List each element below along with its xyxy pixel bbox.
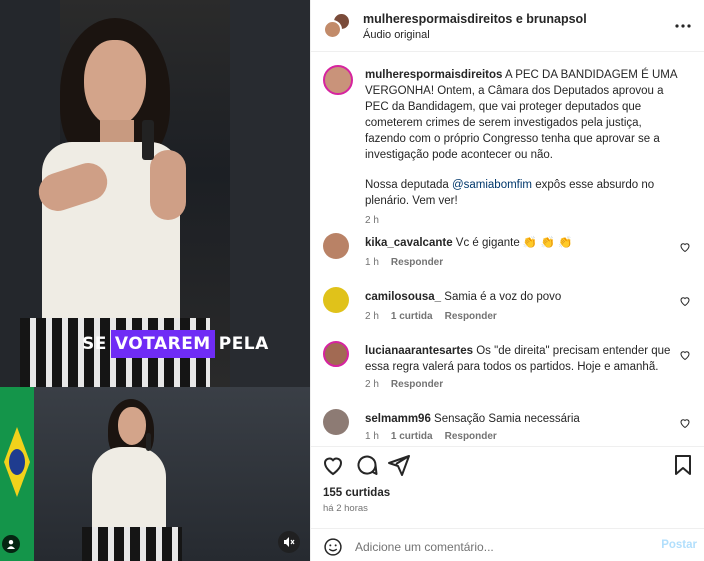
video-frame-main[interactable]: SE VOTAREM PELA bbox=[0, 0, 310, 387]
comment-time[interactable]: 1 h bbox=[365, 257, 379, 268]
comment-meta: 2 h Responder bbox=[365, 379, 443, 390]
caption-rest: PELA bbox=[218, 334, 269, 354]
audio-label[interactable]: Áudio original bbox=[363, 29, 430, 41]
comment-username[interactable]: kika_cavalcante bbox=[365, 237, 453, 249]
avatar[interactable] bbox=[323, 341, 349, 367]
mute-icon[interactable] bbox=[278, 531, 300, 553]
comment-text: selmamm96 Sensação Samia necessária bbox=[365, 411, 683, 427]
comment-text: lucianaarantesartes Os "de direita" prec… bbox=[365, 343, 683, 375]
likes-count[interactable]: 155 curtidas bbox=[323, 487, 390, 499]
avatar[interactable] bbox=[323, 287, 349, 313]
comment-icon[interactable] bbox=[355, 453, 379, 477]
comment-likes[interactable]: 1 curtida bbox=[391, 311, 433, 322]
avatar[interactable] bbox=[323, 409, 349, 435]
caption-username[interactable]: mulherespormaisdireitos bbox=[365, 69, 502, 81]
mention-link[interactable]: @samiabomfim bbox=[452, 179, 532, 191]
list-item: lucianaarantesartes Os "de direita" prec… bbox=[323, 341, 695, 407]
comment-time[interactable]: 2 h bbox=[365, 311, 379, 322]
post-caption: mulherespormaisdireitos A PEC DA BANDIDA… bbox=[323, 65, 695, 226]
heart-icon[interactable] bbox=[679, 417, 691, 429]
reply-button[interactable]: Responder bbox=[391, 257, 443, 268]
author-avatars[interactable] bbox=[323, 12, 351, 40]
speaker-figure-small bbox=[0, 387, 310, 561]
share-icon[interactable] bbox=[387, 453, 411, 477]
comment-composer: Postar bbox=[311, 528, 704, 561]
bookmark-icon[interactable] bbox=[671, 453, 695, 477]
user-tag-icon[interactable] bbox=[2, 535, 20, 553]
post-actions: 155 curtidas há 2 horas Postar bbox=[311, 446, 704, 561]
comment-username[interactable]: lucianaarantesartes bbox=[365, 345, 473, 357]
comment-username[interactable]: selmamm96 bbox=[365, 413, 431, 425]
post-button[interactable]: Postar bbox=[661, 539, 697, 551]
comment-time[interactable]: 2 h bbox=[365, 379, 379, 390]
heart-icon[interactable] bbox=[679, 295, 691, 307]
caption-body-2: Nossa deputada bbox=[365, 179, 452, 191]
comment-text: camilosousa_ Samia é a voz do povo bbox=[365, 289, 683, 305]
comment-meta: 1 h Responder bbox=[365, 257, 443, 268]
caption-text: mulherespormaisdireitos A PEC DA BANDIDA… bbox=[365, 67, 683, 209]
comment-meta: 1 h 1 curtida Responder bbox=[365, 431, 497, 442]
heart-icon[interactable] bbox=[679, 241, 691, 253]
list-item: camilosousa_ Samia é a voz do povo 2 h 1… bbox=[323, 287, 695, 337]
post-time[interactable]: há 2 horas bbox=[323, 503, 368, 514]
caption-meta: 2 h bbox=[365, 215, 379, 226]
caption-highlight: VOTAREM bbox=[110, 330, 215, 358]
video-frame-secondary[interactable] bbox=[0, 387, 310, 561]
reply-button[interactable]: Responder bbox=[445, 311, 497, 322]
avatar[interactable] bbox=[323, 65, 353, 95]
heart-icon[interactable] bbox=[679, 349, 691, 361]
post-media[interactable]: SE VOTAREM PELA bbox=[0, 0, 310, 561]
list-item: selmamm96 Sensação Samia necessária 1 h … bbox=[323, 409, 695, 445]
post-dialog: SE VOTAREM PELA mulherespormaisdireitos … bbox=[0, 0, 704, 561]
comment-input[interactable] bbox=[355, 536, 645, 558]
caption-plain: SE bbox=[82, 334, 107, 354]
post-panel: mulherespormaisdireitos e brunapsol Áudi… bbox=[310, 0, 704, 561]
comment-time[interactable]: 1 h bbox=[365, 431, 379, 442]
post-authors[interactable]: mulherespormaisdireitos e brunapsol bbox=[363, 12, 587, 26]
comment-username[interactable]: camilosousa_ bbox=[365, 291, 441, 303]
reply-button[interactable]: Responder bbox=[445, 431, 497, 442]
comment-text: kika_cavalcante Vc é gigante 👏 👏 👏 bbox=[365, 235, 683, 251]
comments-scroll[interactable]: mulherespormaisdireitos A PEC DA BANDIDA… bbox=[311, 53, 704, 445]
comment-body: Vc é gigante 👏 👏 👏 bbox=[452, 237, 573, 249]
speaker-figure bbox=[0, 0, 310, 387]
post-header: mulherespormaisdireitos e brunapsol Áudi… bbox=[311, 0, 704, 52]
video-caption: SE VOTAREM PELA bbox=[78, 330, 273, 358]
list-item: kika_cavalcante Vc é gigante 👏 👏 👏 1 h R… bbox=[323, 233, 695, 283]
caption-body: A PEC DA BANDIDAGEM É UMA VERGONHA! Onte… bbox=[365, 69, 677, 161]
comment-body: Samia é a voz do povo bbox=[441, 291, 562, 303]
emoji-icon[interactable] bbox=[323, 537, 343, 557]
heart-icon[interactable] bbox=[321, 453, 345, 477]
caption-time[interactable]: 2 h bbox=[365, 215, 379, 226]
reply-button[interactable]: Responder bbox=[391, 379, 443, 390]
comment-body: Sensação Samia necessária bbox=[430, 413, 580, 425]
comment-meta: 2 h 1 curtida Responder bbox=[365, 311, 497, 322]
comment-likes[interactable]: 1 curtida bbox=[391, 431, 433, 442]
avatar[interactable] bbox=[323, 233, 349, 259]
more-icon[interactable] bbox=[671, 14, 695, 38]
